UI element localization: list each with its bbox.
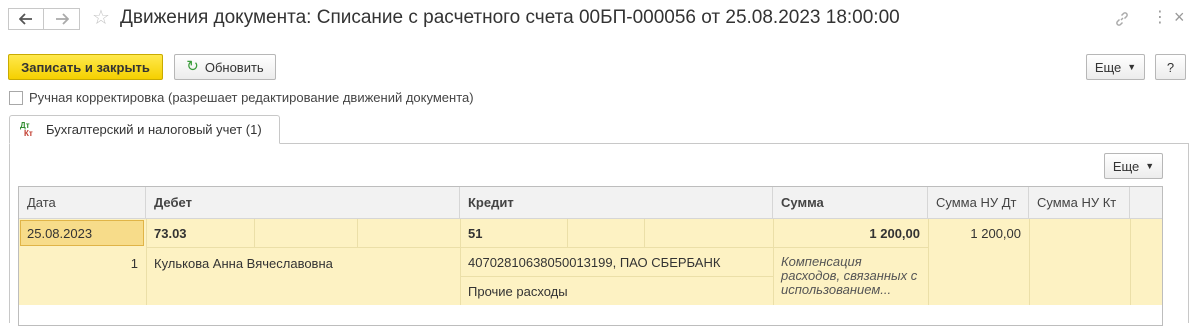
tab-accounting[interactable]: Дт Кт Бухгалтерский и налоговый учет (1) — [9, 115, 280, 144]
manual-edit-label[interactable]: Ручная корректировка (разрешает редактир… — [29, 89, 474, 107]
save-and-close-button[interactable]: Записать и закрыть — [8, 54, 163, 80]
column-header-debit[interactable]: Дебет — [146, 187, 460, 219]
more-menu-button[interactable]: Еще ▼ — [1086, 54, 1145, 80]
help-button[interactable]: ? — [1155, 54, 1186, 80]
forward-button[interactable] — [44, 8, 80, 30]
save-and-close-label: Записать и закрыть — [21, 59, 150, 75]
page-title: Движения документа: Списание с расчетног… — [120, 7, 900, 28]
cell-amount-nu-kt[interactable] — [1029, 220, 1130, 247]
help-label: ? — [1166, 59, 1175, 75]
manual-edit-checkbox[interactable] — [9, 91, 23, 105]
column-header-spacer — [1130, 187, 1162, 219]
movements-table[interactable]: Дата Дебет Кредит Сумма Сумма НУ Дт Сумм… — [18, 186, 1163, 326]
cell-content[interactable]: Компенсация расходов, связанных с исполь… — [773, 255, 928, 303]
column-header-amount-nu-kt[interactable]: Сумма НУ Кт — [1029, 187, 1130, 219]
favorite-star-icon[interactable]: ☆ — [92, 7, 110, 29]
chevron-down-icon: ▼ — [1127, 62, 1137, 72]
table-more-label: Еще — [1112, 158, 1140, 174]
cell-line-number: 1 — [130, 255, 138, 271]
cell-date[interactable]: 25.08.2023 — [20, 220, 144, 246]
column-header-credit[interactable]: Кредит — [460, 187, 773, 219]
column-header-amount-nu-dt[interactable]: Сумма НУ Дт — [928, 187, 1029, 219]
column-header-date[interactable]: Дата — [19, 187, 146, 219]
arrow-right-icon — [55, 13, 69, 25]
navigation-buttons — [8, 8, 80, 30]
cell-amount-nu-dt[interactable]: 1 200,00 — [928, 220, 1029, 247]
table-more-button[interactable]: Еще ▼ — [1104, 153, 1163, 179]
more-menu-label: Еще — [1094, 59, 1122, 75]
cell-credit-subconto-1[interactable]: 40702810638050013199, ПАО СБЕРБАНК — [460, 248, 773, 276]
cell-credit-account[interactable]: 51 — [460, 220, 567, 247]
refresh-icon: ↻ — [186, 58, 199, 75]
back-button[interactable] — [8, 8, 44, 30]
close-icon[interactable]: × — [1174, 7, 1185, 27]
arrow-left-icon — [19, 13, 32, 25]
cell-credit-subconto-2[interactable]: Прочие расходы — [460, 277, 773, 305]
link-icon[interactable] — [1114, 11, 1130, 30]
refresh-label: Обновить — [204, 59, 264, 75]
more-actions-icon[interactable]: ⋮ — [1152, 9, 1168, 27]
column-header-amount[interactable]: Сумма — [773, 187, 928, 219]
cell-debit-subconto[interactable]: Кулькова Анна Вячеславовна — [146, 249, 460, 277]
dt-kt-icon: Дт Кт — [20, 120, 33, 138]
refresh-button[interactable]: ↻ Обновить — [174, 54, 276, 80]
chevron-down-icon: ▼ — [1145, 161, 1155, 171]
tab-accounting-label: Бухгалтерский и налоговый учет (1) — [46, 122, 262, 137]
cell-debit-account[interactable]: 73.03 — [146, 220, 254, 247]
cell-amount[interactable]: 1 200,00 — [773, 220, 928, 247]
